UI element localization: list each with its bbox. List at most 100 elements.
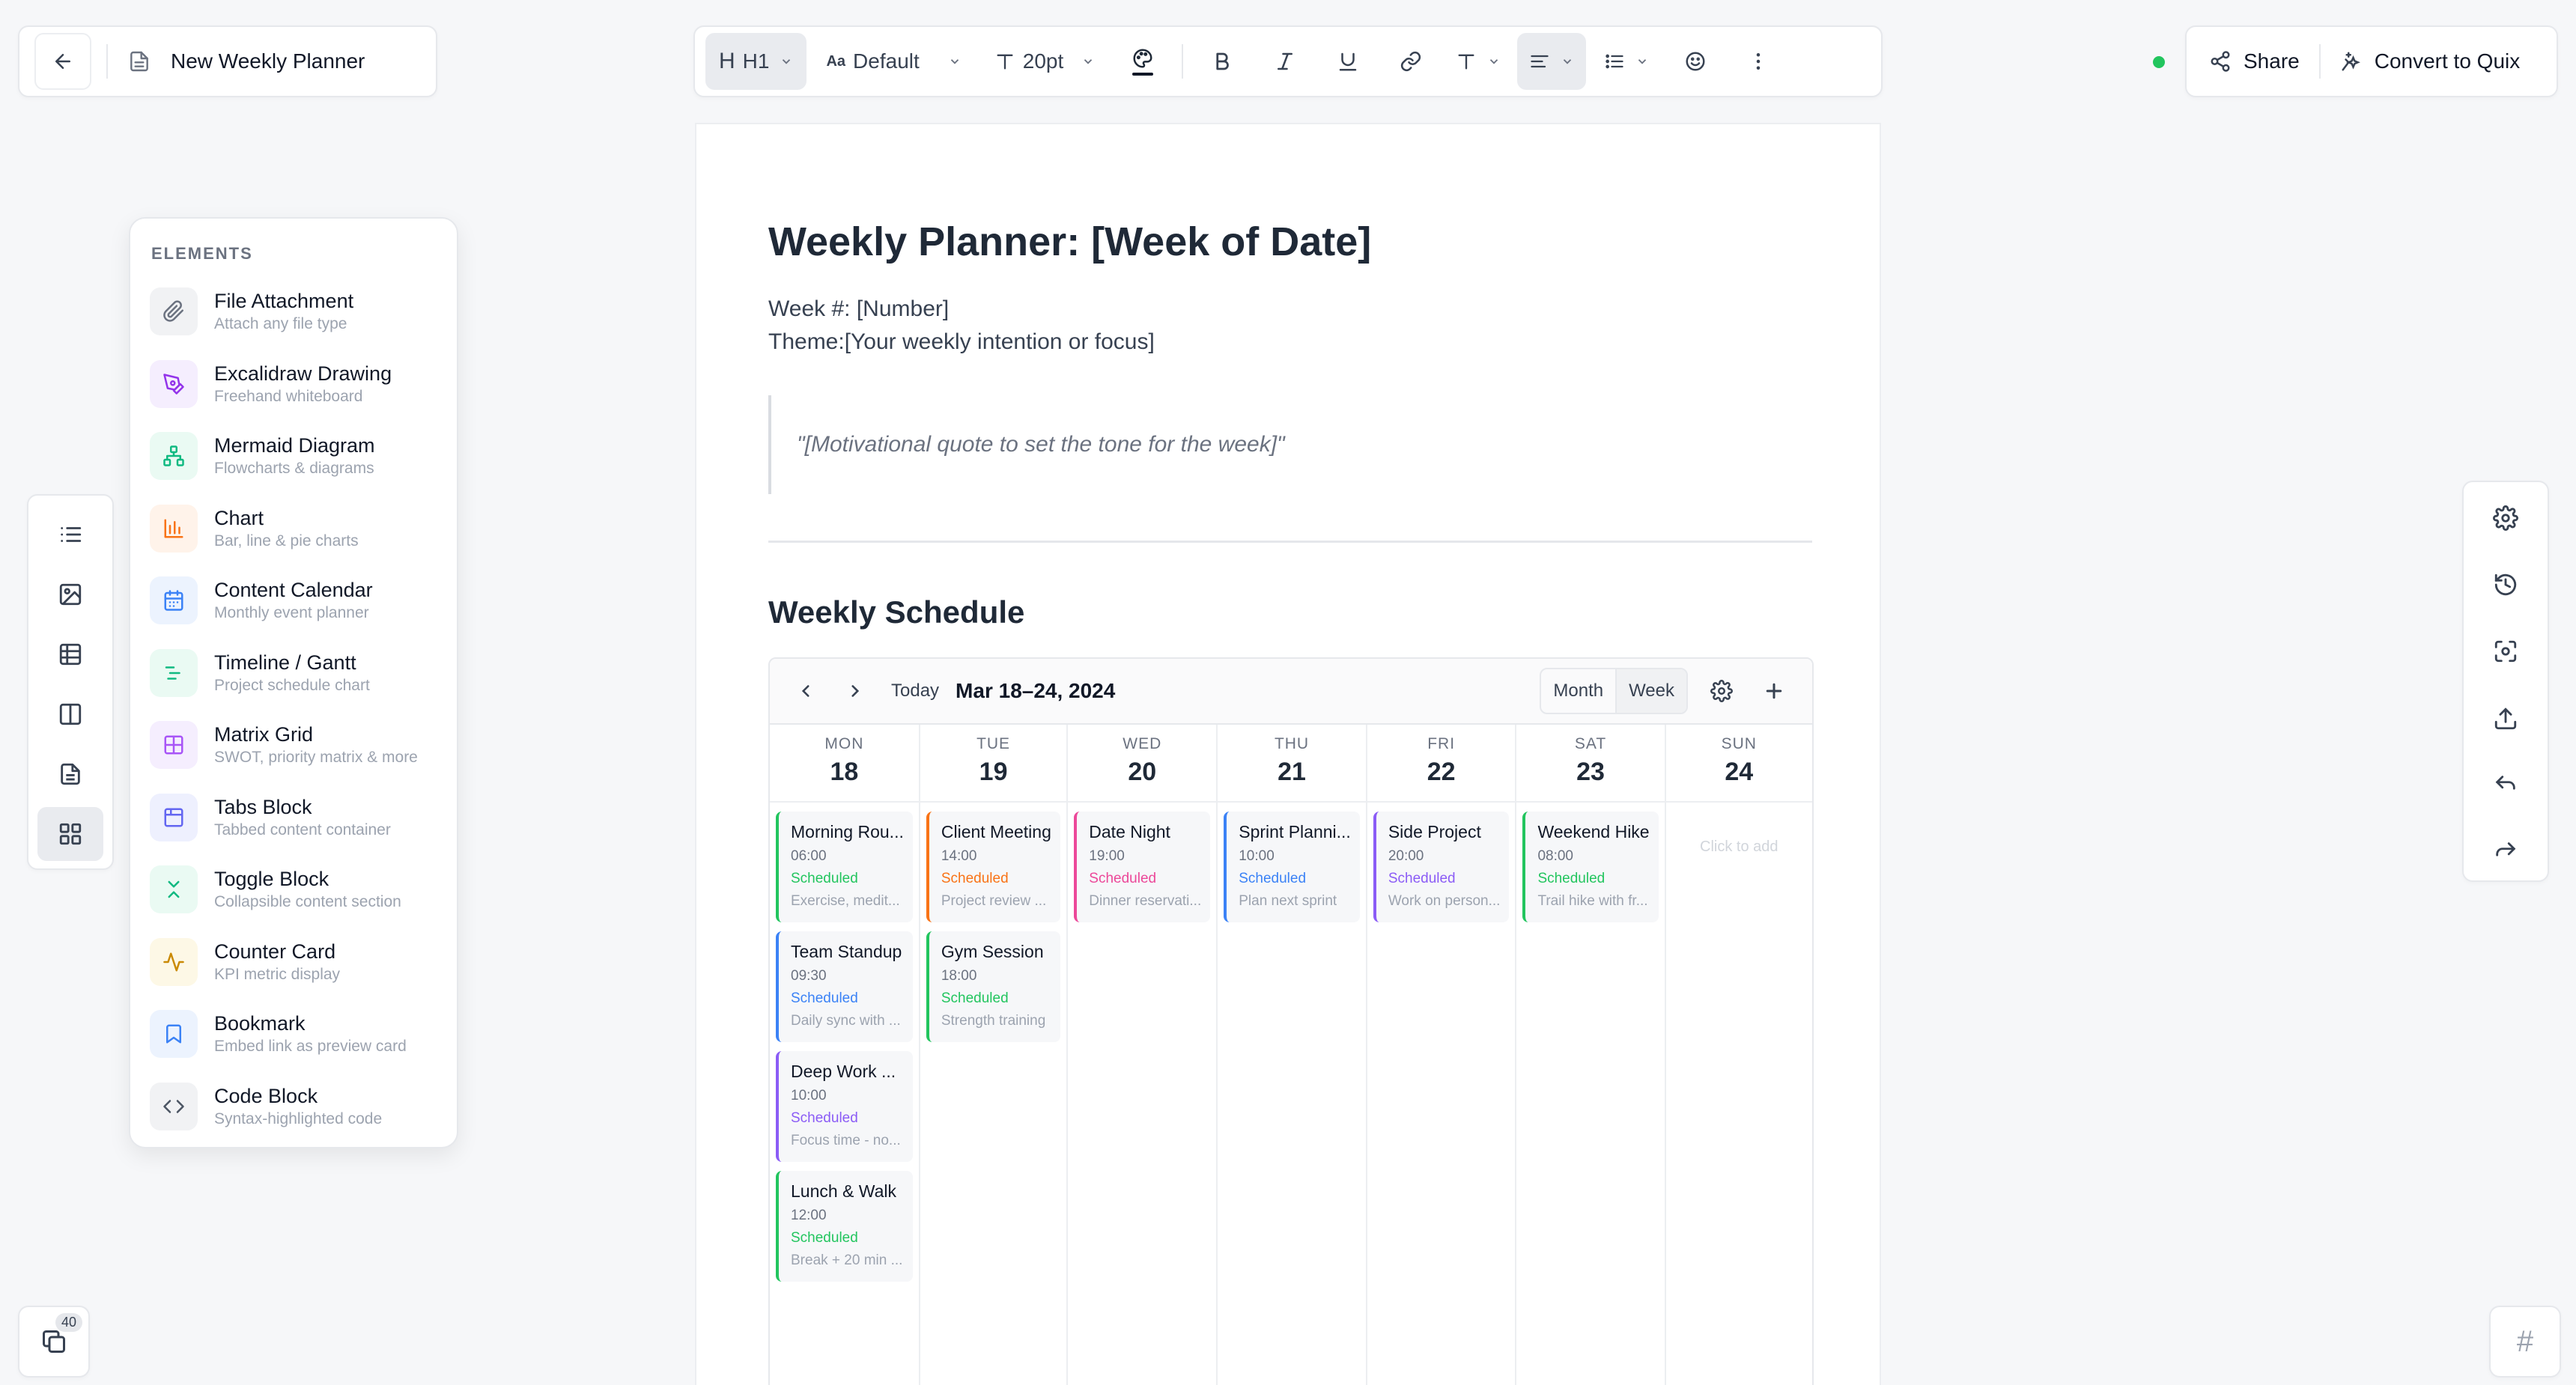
month-view-button[interactable]: Month <box>1541 669 1615 713</box>
element-item[interactable]: Excalidraw Drawing Freehand whiteboard <box>150 348 437 421</box>
outline-button[interactable] <box>37 508 103 561</box>
table-button[interactable] <box>37 627 103 681</box>
week-view-button[interactable]: Week <box>1615 669 1686 713</box>
columns-button[interactable] <box>37 687 103 741</box>
event-card[interactable]: Date Night 19:00 Scheduled Dinner reservati… <box>1074 812 1211 922</box>
element-item[interactable]: Counter Card KPI metric display <box>150 926 437 999</box>
event-card[interactable]: Lunch & Walk 12:00 Scheduled Break + 20 min… <box>776 1171 913 1282</box>
event-card[interactable]: Client Meeting 14:00 Scheduled Project revi… <box>926 812 1061 922</box>
hashtag-button[interactable]: # <box>2489 1306 2561 1378</box>
document-heading[interactable]: Weekly Planner: [Week of Date] <box>768 219 1371 265</box>
event-card[interactable]: Deep Work ... 10:00 Scheduled Focus time - … <box>776 1051 913 1162</box>
day-column[interactable]: FRI 22 Side Project 20:00 Scheduled Work on p… <box>1367 725 1517 1385</box>
element-name: Bookmark <box>214 1012 306 1035</box>
motivational-quote[interactable]: "[Motivational quote to set the tone for… <box>768 395 1809 494</box>
section-heading[interactable]: Weekly Schedule <box>768 594 1024 630</box>
bookmark-icon <box>166 1024 181 1044</box>
week-grid: MON 18 Morning Rou... 06:00 Scheduled Exercis… <box>770 725 1812 1385</box>
event-title: Date Night <box>1089 822 1170 841</box>
back-button[interactable] <box>34 33 91 90</box>
day-number: 21 <box>1278 758 1306 786</box>
font-size-dropdown[interactable]: 20pt <box>981 33 1109 90</box>
day-column[interactable]: TUE 19 Client Meeting 14:00 Scheduled Project… <box>920 725 1069 1385</box>
element-icon-tile <box>150 1010 198 1059</box>
event-card[interactable]: Team Standup 09:30 Scheduled Daily sync wit… <box>776 931 913 1042</box>
element-item[interactable]: Tabs Block Tabbed content container <box>150 782 437 854</box>
element-item[interactable]: Content Calendar Monthly event planner <box>150 564 437 637</box>
day-events: Morning Rou... 06:00 Scheduled Exercise, me… <box>770 803 919 1282</box>
theme-line[interactable]: Theme:[Your weekly intention or focus] <box>768 329 1155 355</box>
element-item[interactable]: Chart Bar, line & pie charts <box>150 493 437 565</box>
day-column[interactable]: THU 21 Sprint Planni... 10:00 Scheduled Plan … <box>1218 725 1367 1385</box>
element-item[interactable]: File Attachment Attach any file type <box>150 276 437 348</box>
previous-week-button[interactable] <box>785 670 827 712</box>
undo-button[interactable] <box>2477 757 2534 813</box>
day-events: Click to add <box>1666 803 1812 856</box>
week-number-line[interactable]: Week #: [Number] <box>768 296 949 322</box>
history-button[interactable] <box>2477 556 2534 612</box>
convert-to-quix-button[interactable]: Convert to Quix <box>2325 33 2536 90</box>
day-column[interactable]: WED 20 Date Night 19:00 Scheduled Dinner rese… <box>1068 725 1218 1385</box>
event-card[interactable]: Morning Rou... 06:00 Scheduled Exercise, me… <box>776 812 913 922</box>
text-style-dropdown[interactable] <box>1445 33 1511 90</box>
day-column[interactable]: SAT 23 Weekend Hike 08:00 Scheduled Trail hik… <box>1516 725 1666 1385</box>
day-number: 24 <box>1725 758 1754 786</box>
element-item[interactable]: Toggle Block Collapsible content section <box>150 853 437 926</box>
bold-button[interactable] <box>1194 33 1251 90</box>
event-title: Morning Rou... <box>791 822 904 841</box>
font-family-dropdown[interactable]: Aa Default <box>812 33 974 90</box>
document-title[interactable]: New Weekly Planner <box>171 49 365 73</box>
grid-icon <box>59 823 82 845</box>
emoji-button[interactable] <box>1667 33 1724 90</box>
element-icon-tile <box>150 937 198 986</box>
day-header: FRI 22 <box>1367 725 1516 803</box>
event-card[interactable]: Weekend Hike 08:00 Scheduled Trail hike wit… <box>1522 812 1659 922</box>
italic-button[interactable] <box>1257 33 1313 90</box>
text-color-button[interactable] <box>1114 33 1171 90</box>
element-name: Timeline / Gantt <box>214 651 356 674</box>
today-button[interactable]: Today <box>891 681 939 701</box>
element-item[interactable]: Code Block Syntax-highlighted code <box>150 1071 437 1143</box>
title-bar: New Weekly Planner <box>18 25 437 97</box>
chevron-down-icon <box>783 59 791 64</box>
element-item[interactable]: Matrix Grid SWOT, priority matrix & more <box>150 709 437 782</box>
day-column[interactable]: MON 18 Morning Rou... 06:00 Scheduled Exercis… <box>770 725 920 1385</box>
image-button[interactable] <box>37 567 103 621</box>
file-text-icon <box>61 763 80 785</box>
page-button[interactable] <box>37 747 103 801</box>
element-icon-tile <box>150 648 198 697</box>
redo-button[interactable] <box>2477 824 2534 880</box>
focus-button[interactable] <box>2477 624 2534 680</box>
list-dropdown[interactable] <box>1592 33 1661 90</box>
element-text: Timeline / Gantt Project schedule chart <box>214 650 370 696</box>
align-dropdown[interactable] <box>1517 33 1587 90</box>
next-week-button[interactable] <box>834 670 876 712</box>
palette-icon <box>1133 49 1152 68</box>
document-canvas: Weekly Planner: [Week of Date] Week #: [… <box>695 123 1881 1385</box>
heading-dropdown[interactable]: H H1 <box>705 33 807 90</box>
event-card[interactable]: Sprint Planni... 10:00 Scheduled Plan next … <box>1224 812 1360 922</box>
export-button[interactable] <box>2477 690 2534 746</box>
elements-button[interactable] <box>37 807 103 861</box>
share-icon <box>2211 51 2230 72</box>
add-event-button[interactable] <box>1751 668 1797 714</box>
plus-icon <box>1766 683 1782 699</box>
element-item[interactable]: Timeline / Gantt Project schedule chart <box>150 637 437 710</box>
click-to-add-hint[interactable]: Click to add <box>1672 812 1806 856</box>
calendar-settings-button[interactable] <box>1698 668 1745 714</box>
event-card[interactable]: Side Project 20:00 Scheduled Work on person… <box>1373 812 1510 922</box>
font-size-value: 20pt <box>1022 49 1064 73</box>
pages-button[interactable]: 40 <box>18 1306 90 1378</box>
font-icon: Aa <box>826 52 846 70</box>
event-card[interactable]: Gym Session 18:00 Scheduled Strength traini… <box>926 931 1061 1042</box>
element-item[interactable]: Bookmark Embed link as preview card <box>150 998 437 1071</box>
settings-button[interactable] <box>2477 490 2534 546</box>
more-options-button[interactable] <box>1730 33 1787 90</box>
underline-button[interactable] <box>1319 33 1376 90</box>
element-item[interactable]: Mermaid Diagram Flowcharts & diagrams <box>150 420 437 493</box>
share-button[interactable]: Share <box>2194 33 2315 90</box>
list-icon <box>61 527 82 542</box>
link-button[interactable] <box>1382 33 1439 90</box>
day-column[interactable]: SUN 24 Click to add <box>1665 725 1812 1385</box>
event-title: Client Meeting <box>941 822 1051 841</box>
